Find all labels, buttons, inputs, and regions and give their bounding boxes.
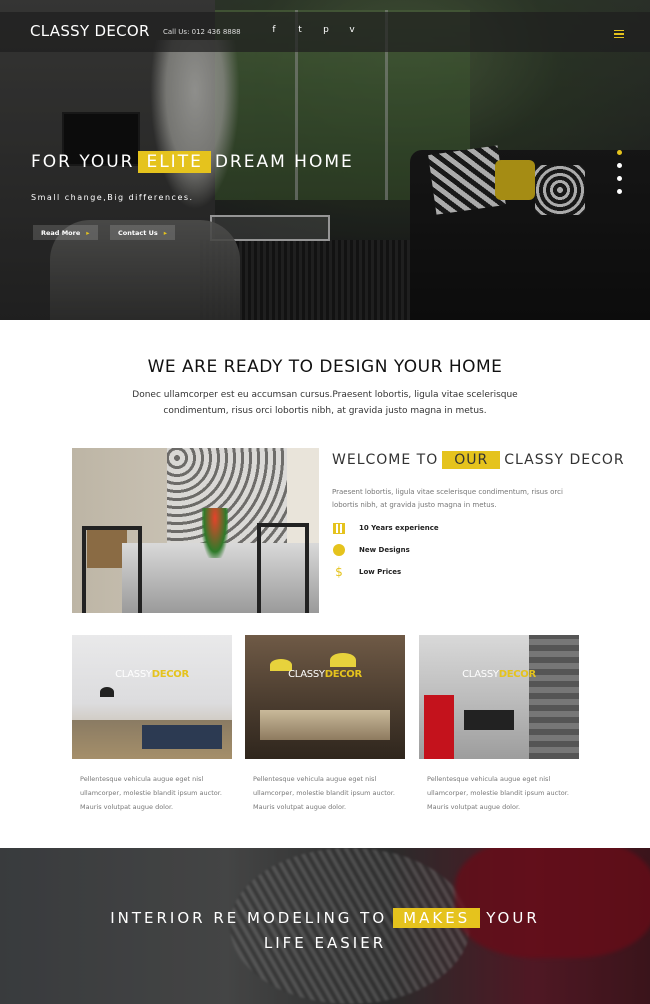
slider-dot[interactable] — [617, 163, 622, 168]
feature-item: 10 Years experience — [332, 521, 439, 535]
welcome-heading: WELCOME TO OUR CLASSY DECOR — [332, 451, 625, 469]
calendar-icon — [332, 521, 346, 535]
pinterest-icon[interactable]: p — [320, 25, 332, 35]
feature-label: 10 Years experience — [359, 524, 439, 532]
remodel-banner: INTERIOR RE MODELING TO MAKES YOUR LIFE EA… — [0, 848, 650, 1004]
hamburger-menu-icon[interactable] — [614, 30, 624, 38]
arrow-right-icon: ▸ — [163, 229, 167, 237]
brand-b: DECOR — [324, 669, 362, 680]
banner-line1: INTERIOR RE MODELING TO MAKES YOUR — [0, 908, 650, 928]
card-image-lamp — [100, 687, 114, 697]
slider-dot[interactable] — [617, 189, 622, 194]
feature-item: New Designs — [332, 543, 410, 557]
feature-image-chair — [82, 526, 142, 613]
card-image-chair — [424, 695, 454, 759]
facebook-icon[interactable]: f — [268, 25, 280, 35]
slider-dot[interactable] — [617, 176, 622, 181]
card-image-sofa — [142, 725, 222, 749]
contact-us-button[interactable]: Contact Us ▸ — [110, 225, 175, 240]
hero-title-highlight: ELITE — [138, 151, 211, 173]
vimeo-icon[interactable]: v — [346, 25, 358, 35]
banner-before: INTERIOR RE MODELING TO — [110, 909, 388, 927]
section-description: Donec ullamcorper est eu accumsan cursus… — [132, 390, 518, 416]
section-title: WE ARE READY TO DESIGN YOUR HOME — [147, 357, 503, 377]
welcome-highlight: OUR — [442, 451, 501, 469]
hero-subtitle: Small change,Big differences. — [31, 193, 194, 202]
site-logo[interactable]: CLASSY DECOR — [30, 22, 150, 40]
feature-image-chair — [257, 523, 309, 613]
banner-after: YOUR — [486, 909, 540, 927]
circle-icon — [332, 543, 346, 557]
arrow-right-icon: ▸ — [86, 229, 90, 237]
gallery-card[interactable]: CLASSYDECOR — [245, 635, 405, 759]
welcome-before: WELCOME TO — [332, 452, 439, 468]
welcome-text: Praesent lobortis, ligula vitae sceleris… — [332, 488, 563, 509]
hero-title-after: DREAM HOME — [214, 152, 354, 172]
welcome-after: CLASSY DECOR — [504, 452, 625, 468]
banner-line2: LIFE EASIER — [263, 934, 387, 952]
hero-banner: CLASSY DECOR Call Us: 012 436 8888 f t p… — [0, 0, 650, 320]
brand-b: DECOR — [151, 669, 189, 680]
card-brand-logo: CLASSYDECOR — [72, 669, 232, 680]
card-image-pendant — [330, 653, 356, 667]
gallery-card[interactable]: CLASSYDECOR — [72, 635, 232, 759]
card-text: Pellentesque vehicula augue eget nisl ul… — [427, 775, 569, 811]
feature-image-flowers — [202, 508, 228, 558]
gallery-card[interactable]: CLASSYDECOR — [419, 635, 579, 759]
card-text: Pellentesque vehicula augue eget nisl ul… — [253, 775, 395, 811]
hero-title: FOR YOUR ELITE DREAM HOME — [31, 151, 354, 173]
brand-a: CLASSY — [288, 669, 325, 680]
brand-a: CLASSY — [115, 669, 152, 680]
brand-a: CLASSY — [462, 669, 499, 680]
card-image-stone-wall — [529, 635, 579, 759]
contact-us-label: Contact Us — [118, 229, 158, 237]
card-image-table — [464, 710, 514, 730]
card-brand-logo: CLASSYDECOR — [245, 669, 405, 680]
twitter-icon[interactable]: t — [294, 25, 306, 35]
card-image-island — [260, 710, 390, 740]
hero-title-before: FOR YOUR — [31, 152, 135, 172]
call-us-text: Call Us: 012 436 8888 — [163, 28, 241, 36]
banner-highlight: MAKES — [393, 908, 481, 928]
slider-dot[interactable] — [617, 150, 622, 155]
top-navbar: CLASSY DECOR Call Us: 012 436 8888 f t p… — [0, 12, 650, 52]
card-text: Pellentesque vehicula augue eget nisl ul… — [80, 775, 222, 811]
read-more-button[interactable]: Read More ▸ — [33, 225, 98, 240]
feature-label: Low Prices — [359, 568, 402, 576]
slider-dots — [617, 150, 622, 194]
feature-item: $ Low Prices — [332, 565, 401, 579]
social-links: f t p v — [268, 25, 358, 35]
feature-image — [72, 448, 319, 613]
dollar-icon: $ — [335, 565, 343, 579]
card-brand-logo: CLASSYDECOR — [419, 669, 579, 680]
read-more-label: Read More — [41, 229, 81, 237]
brand-b: DECOR — [498, 669, 536, 680]
feature-label: New Designs — [359, 546, 410, 554]
